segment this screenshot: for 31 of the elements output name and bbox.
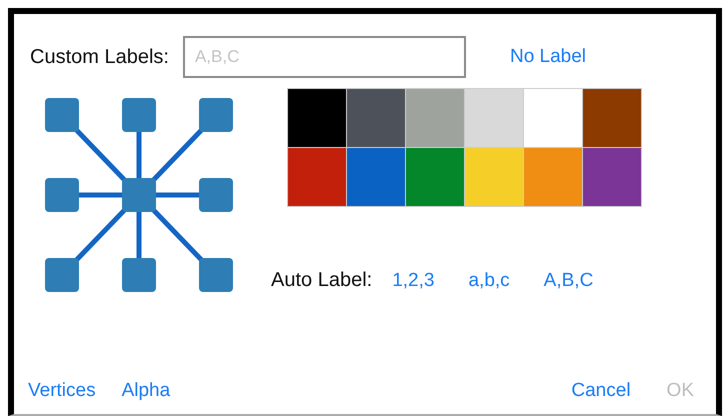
color-swatch[interactable] — [406, 148, 464, 206]
graph-node — [122, 178, 156, 212]
color-swatch[interactable] — [288, 148, 346, 206]
graph-node — [45, 178, 79, 212]
no-label-button[interactable]: No Label — [510, 46, 586, 68]
auto-label-option[interactable]: a,b,c — [468, 270, 510, 292]
footer-tab-button[interactable]: Vertices — [28, 380, 96, 402]
custom-labels-label: Custom Labels: — [30, 46, 169, 68]
color-swatch[interactable] — [524, 89, 582, 147]
color-swatch[interactable] — [524, 148, 582, 206]
color-swatch[interactable] — [465, 148, 523, 206]
custom-labels-field[interactable]: A,B,C — [182, 36, 466, 78]
color-swatch[interactable] — [465, 89, 523, 147]
color-swatch[interactable] — [347, 89, 405, 147]
color-swatch[interactable] — [583, 89, 641, 147]
graph-node — [199, 258, 233, 292]
color-swatch[interactable] — [406, 89, 464, 147]
auto-label-option[interactable]: 1,2,3 — [392, 270, 434, 292]
graph-node — [122, 258, 156, 292]
cancel-button[interactable]: Cancel — [571, 380, 631, 402]
auto-label-option[interactable]: A,B,C — [544, 270, 594, 292]
color-swatch[interactable] — [347, 148, 405, 206]
footer-tab-button[interactable]: Alpha — [122, 380, 170, 402]
graph-node — [45, 258, 79, 292]
auto-label-label: Auto Label: — [271, 269, 372, 292]
graph-node — [199, 178, 233, 212]
graph-node — [122, 98, 156, 132]
graph-node — [45, 98, 79, 132]
color-swatch[interactable] — [583, 148, 641, 206]
graph-node — [199, 98, 233, 132]
color-swatch[interactable] — [288, 89, 346, 147]
